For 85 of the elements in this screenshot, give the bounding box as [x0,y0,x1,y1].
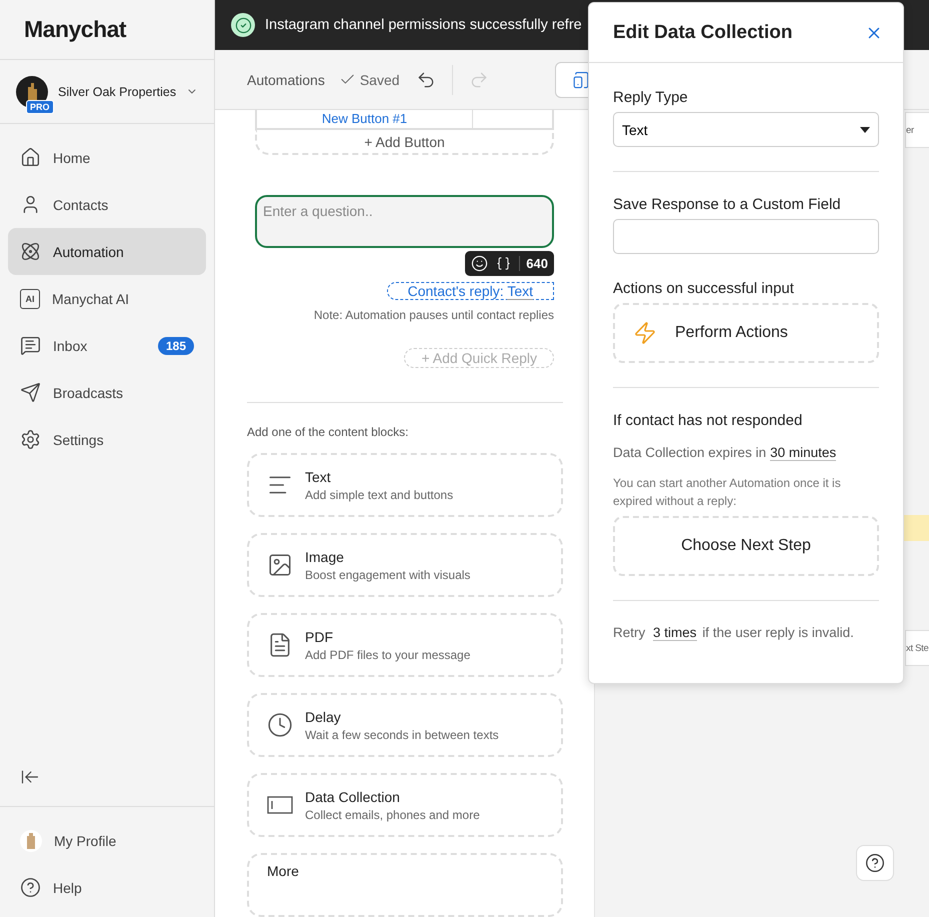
redo-icon [468,70,489,90]
building-icon [26,832,36,848]
help-button[interactable] [856,845,894,881]
content-block-card[interactable]: PDF Add PDF files to your message [247,613,563,677]
field-label: Actions on successful input [613,280,795,297]
block-description: Add PDF files to your message [305,648,470,662]
nav-label: Settings [53,432,105,448]
nav-item[interactable]: My Profile [8,817,206,864]
saved-status: Saved [360,72,400,88]
nav-label: Automation [53,244,125,260]
retry-link[interactable]: 3 times [653,625,697,641]
device-icon [572,70,590,88]
variable-icon[interactable] [496,256,512,272]
nav-label: Help [53,880,83,896]
chat-icon [20,335,41,356]
input-field-icon [267,795,293,815]
nav-label: Manychat AI [52,290,130,306]
choose-next-step-button[interactable]: Choose Next Step [613,516,879,576]
reply-type-chip[interactable]: Contact's reply: Text [386,282,554,300]
count-badge: 185 [158,336,194,354]
logo: Manychat [24,16,126,43]
nav-item[interactable]: Help [8,864,206,911]
block-description: Wait a few seconds in between texts [305,728,499,742]
custom-field-input[interactable] [613,219,879,254]
lightning-icon [633,321,657,345]
nav-item[interactable]: AI Manychat AI [8,275,206,322]
image-icon [267,552,293,578]
atom-icon [20,241,41,262]
nav-label: Contacts [53,196,110,212]
dialog-title: Edit Data Collection [613,22,792,44]
breadcrumb-link[interactable]: Automations [247,72,325,88]
settings-icon [20,429,41,450]
help-icon [20,877,41,898]
block-description: Boost engagement with visuals [305,568,470,582]
send-icon [20,382,41,403]
pro-badge: PRO [26,100,54,114]
retry-text: Retry 3 times if the user reply is invalid. [613,625,855,640]
emoji-icon[interactable] [471,255,488,272]
content-block-card[interactable]: More [247,853,563,917]
nav-item[interactable]: Inbox 185 [8,322,206,369]
block-title: More [267,863,299,879]
account-name: Silver Oak Properties [58,84,176,98]
reply-type-select[interactable]: Text [613,112,879,147]
block-title: PDF [305,628,334,644]
block-title: Text [305,468,332,484]
block-description: Collect emails, phones and more [305,808,480,822]
nav-label: Home [53,150,92,166]
question-field[interactable]: Enter a question.. [255,195,554,248]
block-title: Delay [305,708,342,724]
character-counter: 640 [519,256,548,272]
check-circle-icon [234,16,252,34]
nav-label: Inbox [53,338,88,354]
expiry-link[interactable]: 30 minutes [770,445,836,461]
field-label: Reply Type [613,89,689,106]
clock-icon [267,712,293,738]
account-switcher[interactable]: PRO Silver Oak Properties [0,60,214,124]
content-block-card[interactable]: Delay Wait a few seconds in between texts [247,693,563,757]
help-icon [865,853,885,873]
home-icon [20,147,41,168]
blocks-heading: Add one of the content blocks: [247,425,410,439]
expiry-text: Data Collection expires in 30 minutes [613,445,838,460]
block-title: Data Collection [305,788,401,804]
content-block-card[interactable]: Text Add simple text and buttons [247,453,563,517]
nav-label: My Profile [54,832,118,848]
nav-item[interactable]: Automation [8,228,206,275]
content-block-card[interactable]: Data Collection Collect emails, phones and more [247,773,563,837]
nav-item[interactable]: Broadcasts [8,369,206,416]
block-title: Image [305,548,345,564]
add-button[interactable]: + Add Button [255,130,554,156]
ai-icon: AI [20,288,40,308]
building-icon [26,82,38,100]
perform-actions-button[interactable]: Perform Actions [613,303,879,363]
hint-text: You can start another Automation once it is expired without a reply: [613,475,842,510]
canvas-node-fragment: xt Ste [905,630,929,666]
block-description: Add simple text and buttons [305,488,454,502]
nav-item[interactable]: Contacts [8,181,206,228]
nav-item[interactable]: Home [8,134,206,181]
content-block-card[interactable]: Image Boost engagement with visuals [247,533,563,597]
field-label: Save Response to a Custom Field [613,196,842,213]
section-heading: If contact has not responded [613,412,804,429]
nav-label: Broadcasts [53,384,124,400]
toast-message: Instagram channel permissions successfully refre [265,17,582,33]
canvas-node-fragment: er [905,112,929,148]
note-text: Note: Automation pauses until contact replies [314,308,554,322]
nav-item[interactable]: Settings [8,416,206,463]
